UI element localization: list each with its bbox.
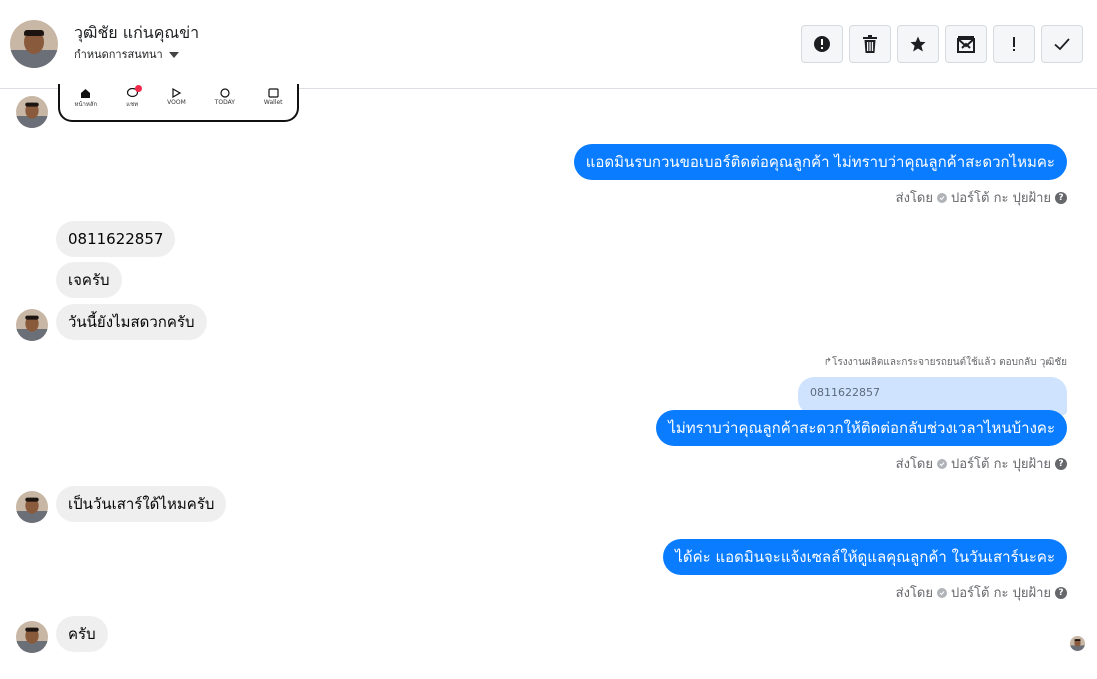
- wallet-icon: [267, 87, 279, 98]
- incoming-message[interactable]: ครับ: [56, 616, 108, 652]
- seen-by-avatar: [1070, 636, 1085, 651]
- notification-badge: [135, 85, 143, 92]
- sent-by-label: ส่งโดย ปอร์โต้ กะ ปุยฝ้าย ?: [896, 582, 1067, 603]
- sent-by-prefix: ส่งโดย: [895, 457, 933, 472]
- outgoing-message[interactable]: ได้ค่ะ แอดมินจะแจ้งเซลล์ให้ดูแลคุณลูกค้า…: [663, 539, 1067, 575]
- mark-unread-button[interactable]: [945, 25, 987, 63]
- sender-name: ปอร์โต้ กะ ปุยฝ้าย: [951, 586, 1051, 601]
- moon-icon: [219, 87, 231, 98]
- shared-image-message[interactable]: หน้าหลัก แชท VOOM TODAY Wallet: [58, 84, 299, 122]
- home-icon: [80, 87, 92, 98]
- help-icon[interactable]: ?: [1055, 586, 1067, 599]
- header-toolbar: [801, 25, 1083, 63]
- phone-tab-home: หน้าหลัก: [74, 87, 97, 109]
- contact-avatar-small[interactable]: [16, 491, 48, 523]
- contact-avatar-small[interactable]: [16, 621, 48, 653]
- incoming-message[interactable]: เจครับ: [56, 262, 122, 298]
- phone-tab-voom: VOOM: [167, 87, 186, 109]
- sent-by-label: ส่งโดย ปอร์โต้ กะ ปุยฝ้าย ?: [896, 453, 1067, 474]
- incoming-message[interactable]: วันนี้ยังไมสดวกครับ: [56, 304, 207, 340]
- star-icon: [910, 36, 926, 52]
- sent-check-icon: [937, 458, 947, 469]
- exclamation-icon: [1013, 37, 1015, 51]
- incoming-message[interactable]: เป็นวันเสาร์ใด้ไหมครับ: [56, 486, 227, 522]
- chat-icon: [126, 85, 143, 98]
- contact-name: วุฒิชัย แก่นคุณข่า: [74, 23, 200, 42]
- alert-circle-icon: [814, 36, 830, 52]
- sender-name: ปอร์โต้ กะ ปุยฝ้าย: [951, 457, 1051, 472]
- phone-tab-chat: แชท: [126, 85, 143, 109]
- reply-context: ↱โรงงานผลิตและกระจายรถยนต์ใช้แล้ว ตอบกลั…: [824, 355, 1067, 370]
- caret-down-icon: [168, 51, 179, 58]
- contact-avatar-small[interactable]: [16, 309, 48, 341]
- sender-name: ปอร์โต้ กะ ปุยฝ้าย: [951, 191, 1051, 206]
- contact-avatar-small[interactable]: [16, 96, 48, 128]
- delete-button[interactable]: [849, 25, 891, 63]
- help-icon[interactable]: ?: [1055, 191, 1067, 204]
- help-icon[interactable]: ?: [1055, 457, 1067, 470]
- spam-button[interactable]: [993, 25, 1035, 63]
- mark-done-button[interactable]: [1041, 25, 1083, 63]
- conversation-header: วุฒิชัย แก่นคุณข่า กำหนดการสนทนา: [0, 0, 1097, 89]
- phone-tab-today: TODAY: [215, 87, 235, 109]
- phone-tab-wallet: Wallet: [264, 87, 283, 109]
- reply-arrow-icon: ↱: [823, 357, 832, 368]
- play-icon: [170, 87, 182, 98]
- outgoing-message[interactable]: แอดมินรบกวนขอเบอร์ติดต่อคุณลูกค้า ไม่ทรา…: [573, 144, 1067, 180]
- contact-avatar[interactable]: [10, 20, 58, 68]
- check-icon: [1054, 38, 1070, 51]
- conversation-settings-label: กำหนดการสนทนา: [74, 48, 163, 61]
- incoming-message[interactable]: 0811622857: [56, 221, 176, 257]
- sent-check-icon: [937, 587, 947, 598]
- star-button[interactable]: [897, 25, 939, 63]
- outgoing-message[interactable]: ไม่ทราบว่าคุณลูกค้าสะดวกให้ติดต่อกลับช่ว…: [656, 410, 1067, 446]
- report-button[interactable]: [801, 25, 843, 63]
- trash-icon: [863, 35, 877, 53]
- sent-by-label: ส่งโดย ปอร์โต้ กะ ปุยฝ้าย ?: [896, 187, 1067, 208]
- conversation-settings-dropdown[interactable]: กำหนดการสนทนา: [74, 45, 179, 63]
- mail-x-icon: [957, 36, 975, 53]
- sent-check-icon: [937, 192, 947, 203]
- reply-context-text: โรงงานผลิตและกระจายรถยนต์ใช้แล้ว ตอบกลับ…: [831, 357, 1067, 368]
- sent-by-prefix: ส่งโดย: [895, 586, 933, 601]
- sent-by-prefix: ส่งโดย: [895, 191, 933, 206]
